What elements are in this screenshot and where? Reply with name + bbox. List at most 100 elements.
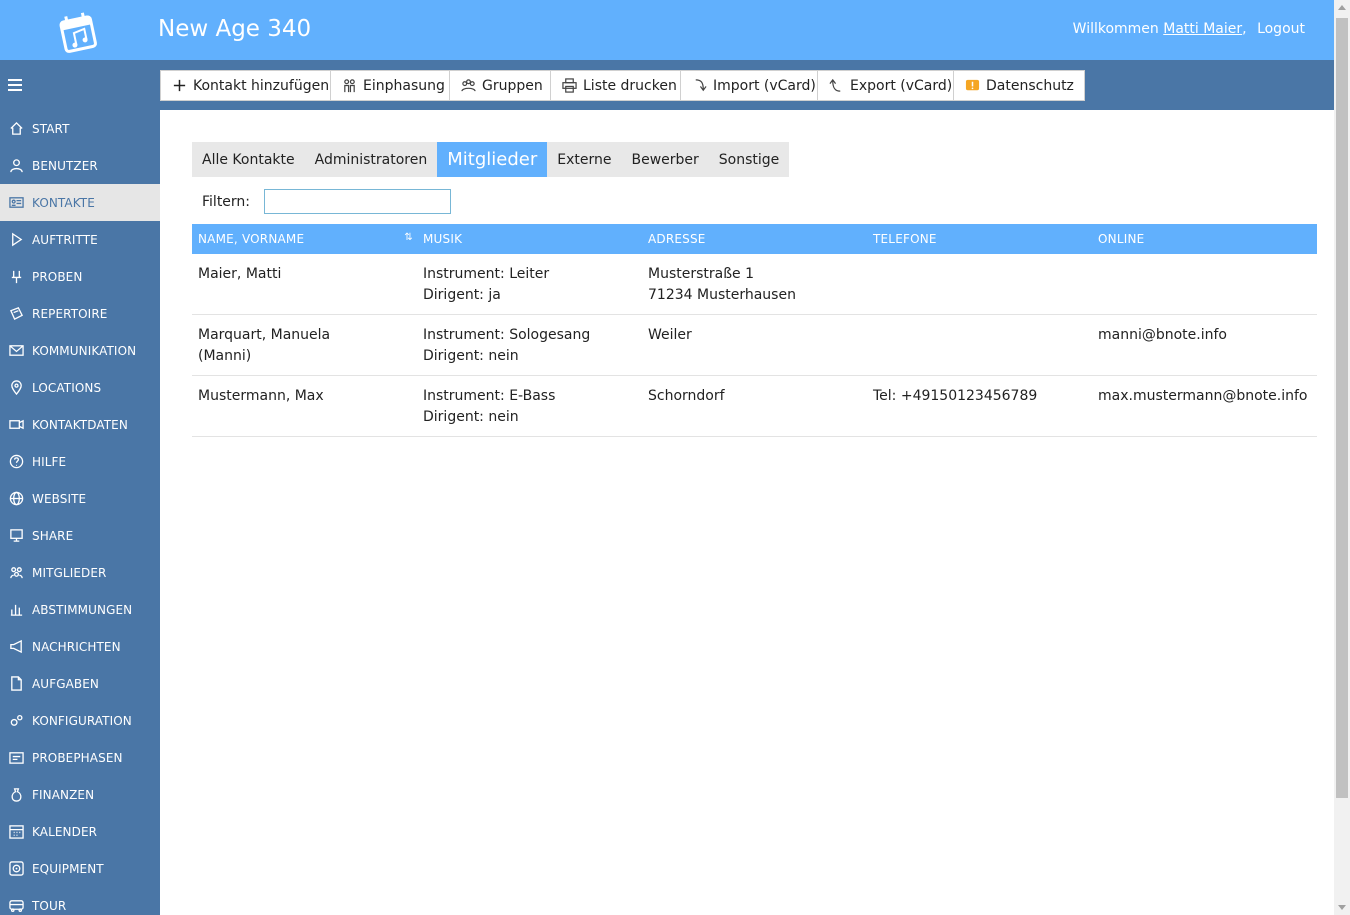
calendar-music-logo-icon[interactable]: [56, 10, 102, 56]
gears-icon: [8, 713, 24, 729]
contact-tabs: Alle Kontakte Administratoren Mitglieder Ex…: [192, 142, 790, 177]
instrument-text: Instrument: E-Bass: [423, 388, 556, 404]
cell-music: Instrument: Sologesang Dirigent: nein: [417, 314, 642, 376]
button-label: Gruppen: [482, 77, 543, 94]
help-icon: [8, 454, 24, 470]
button-label: Datenschutz: [986, 77, 1074, 94]
sidebar-item-hilfe[interactable]: HILFE: [0, 443, 160, 480]
app-title: New Age 340: [158, 16, 312, 42]
cell-online: manni@bnote.info: [1092, 314, 1317, 376]
sidebar-item-nachrichten[interactable]: NACHRICHTEN: [0, 628, 160, 665]
sidebar-item-kommunikation[interactable]: KOMMUNIKATION: [0, 332, 160, 369]
table-row[interactable]: Mustermann, Max Instrument: E-Bass Dirigen…: [192, 375, 1317, 437]
email-text: manni@bnote.info: [1098, 327, 1227, 343]
sidebar-item-label: HILFE: [32, 454, 67, 469]
liste-drucken-button[interactable]: Liste drucken: [550, 70, 688, 101]
import-vcard-button[interactable]: Import (vCard): [680, 70, 827, 101]
sort-icon[interactable]: ⇅: [404, 232, 413, 243]
main-content: Alle Kontakte Administratoren Mitglieder Ex…: [160, 110, 1334, 915]
tab-bewerber[interactable]: Bewerber: [621, 142, 708, 177]
table-header-row: NAME, VORNAME ⇅ MUSIK ADRESSE TELEFONE ON…: [192, 224, 1317, 254]
welcome-area: Willkommen Matti Maier, Logout: [1073, 21, 1305, 37]
kontakt-hinzufügen-button[interactable]: Kontakt hinzufügen: [160, 70, 341, 101]
logout-link[interactable]: Logout: [1257, 21, 1305, 37]
tab-mitglieder[interactable]: Mitglieder: [437, 142, 548, 177]
table-row[interactable]: Maier, Matti Instrument: Leiter Dirigent: …: [192, 254, 1317, 315]
plus-icon: [171, 78, 187, 94]
contact-name: Maier, Matti: [198, 266, 282, 282]
column-header-online: ONLINE: [1092, 224, 1317, 254]
contact-nickname: (Manni): [198, 348, 252, 364]
export-vcard-button[interactable]: Export (vCard): [817, 70, 964, 101]
scroll-down-arrow-icon[interactable]: [1338, 905, 1346, 910]
privacy-icon: [964, 78, 980, 94]
envelope-icon: [8, 343, 24, 359]
hamburger-menu-icon[interactable]: [8, 79, 22, 91]
column-header-phone: TELEFONE: [867, 224, 1092, 254]
sidebar-item-label: START: [32, 121, 70, 136]
sidebar-item-label: TOUR: [32, 898, 67, 913]
sidebar-nav: START BENUTZER KONTAKTE AUFTRITTE PROBEN REPE…: [0, 110, 160, 915]
contact-card-icon: [8, 195, 24, 211]
cell-name: Maier, Matti: [192, 254, 417, 315]
gruppen-button[interactable]: Gruppen: [449, 70, 554, 101]
sidebar-item-kalender[interactable]: KALENDER: [0, 813, 160, 850]
sidebar-item-benutzer[interactable]: BENUTZER: [0, 147, 160, 184]
button-label: Liste drucken: [583, 77, 677, 94]
sidebar-item-kontakte[interactable]: KONTAKTE: [0, 184, 160, 221]
import-icon: [691, 78, 707, 94]
sidebar-item-repertoire[interactable]: REPERTOIRE: [0, 295, 160, 332]
sidebar-item-share[interactable]: SHARE: [0, 517, 160, 554]
sidebar-item-label: LOCATIONS: [32, 380, 102, 395]
button-label: Einphasung: [363, 77, 445, 94]
sidebar-item-equipment[interactable]: EQUIPMENT: [0, 850, 160, 887]
share-icon: [8, 528, 24, 544]
datenschutz-button[interactable]: Datenschutz: [953, 70, 1085, 101]
contact-data-icon: [8, 417, 24, 433]
page-scrollbar[interactable]: [1334, 0, 1350, 915]
app-header: New Age 340 Willkommen Matti Maier, Logo…: [0, 0, 1334, 60]
column-header-music: MUSIK: [417, 224, 642, 254]
user-icon: [8, 158, 24, 174]
sidebar-item-finanzen[interactable]: FINANZEN: [0, 776, 160, 813]
sidebar-item-locations[interactable]: LOCATIONS: [0, 369, 160, 406]
sidebar-item-label: FINANZEN: [32, 787, 95, 802]
sidebar-item-probephasen[interactable]: PROBEPHASEN: [0, 739, 160, 776]
sidebar-item-start[interactable]: START: [0, 110, 160, 147]
sidebar-item-label: ABSTIMMUNGEN: [32, 602, 133, 617]
sidebar-item-auftritte[interactable]: AUFTRITTE: [0, 221, 160, 258]
column-header-name[interactable]: NAME, VORNAME ⇅: [192, 224, 417, 254]
button-label: Export (vCard): [850, 77, 953, 94]
bar-chart-icon: [8, 602, 24, 618]
sidebar-item-label: WEBSITE: [32, 491, 87, 506]
document-icon: [8, 676, 24, 692]
sidebar-item-mitglieder[interactable]: MITGLIEDER: [0, 554, 160, 591]
sidebar-item-kontaktdaten[interactable]: KONTAKTDATEN: [0, 406, 160, 443]
equipment-icon: [8, 861, 24, 877]
sidebar-item-website[interactable]: WEBSITE: [0, 480, 160, 517]
scroll-thumb[interactable]: [1336, 18, 1348, 798]
cell-music: Instrument: Leiter Dirigent: ja: [417, 254, 642, 315]
sidebar-item-label: KONTAKTDATEN: [32, 417, 128, 432]
sidebar-item-aufgaben[interactable]: AUFGABEN: [0, 665, 160, 702]
tab-administratoren[interactable]: Administratoren: [305, 142, 438, 177]
sidebar-item-proben[interactable]: PROBEN: [0, 258, 160, 295]
repertoire-icon: [8, 306, 24, 322]
filter-input[interactable]: [264, 189, 452, 214]
einphasung-button[interactable]: Einphasung: [330, 70, 456, 101]
scroll-up-arrow-icon[interactable]: [1338, 5, 1346, 10]
sidebar-item-label: BENUTZER: [32, 158, 98, 173]
sidebar-item-tour[interactable]: TOUR: [0, 887, 160, 915]
sidebar-item-konfiguration[interactable]: KONFIGURATION: [0, 702, 160, 739]
table-row[interactable]: Marquart, Manuela (Manni) Instrument: Solo…: [192, 314, 1317, 376]
tab-sonstige[interactable]: Sonstige: [709, 142, 790, 177]
printer-icon: [561, 78, 577, 94]
user-suffix: ,: [1242, 21, 1247, 37]
user-name-link[interactable]: Matti Maier: [1163, 21, 1242, 37]
tab-alle-kontakte[interactable]: Alle Kontakte: [192, 142, 305, 177]
sidebar-item-label: EQUIPMENT: [32, 861, 104, 876]
button-label: Kontakt hinzufügen: [193, 77, 330, 94]
tab-externe[interactable]: Externe: [547, 142, 621, 177]
sidebar-item-abstimmungen[interactable]: ABSTIMMUNGEN: [0, 591, 160, 628]
cell-address: Schorndorf: [642, 375, 867, 437]
